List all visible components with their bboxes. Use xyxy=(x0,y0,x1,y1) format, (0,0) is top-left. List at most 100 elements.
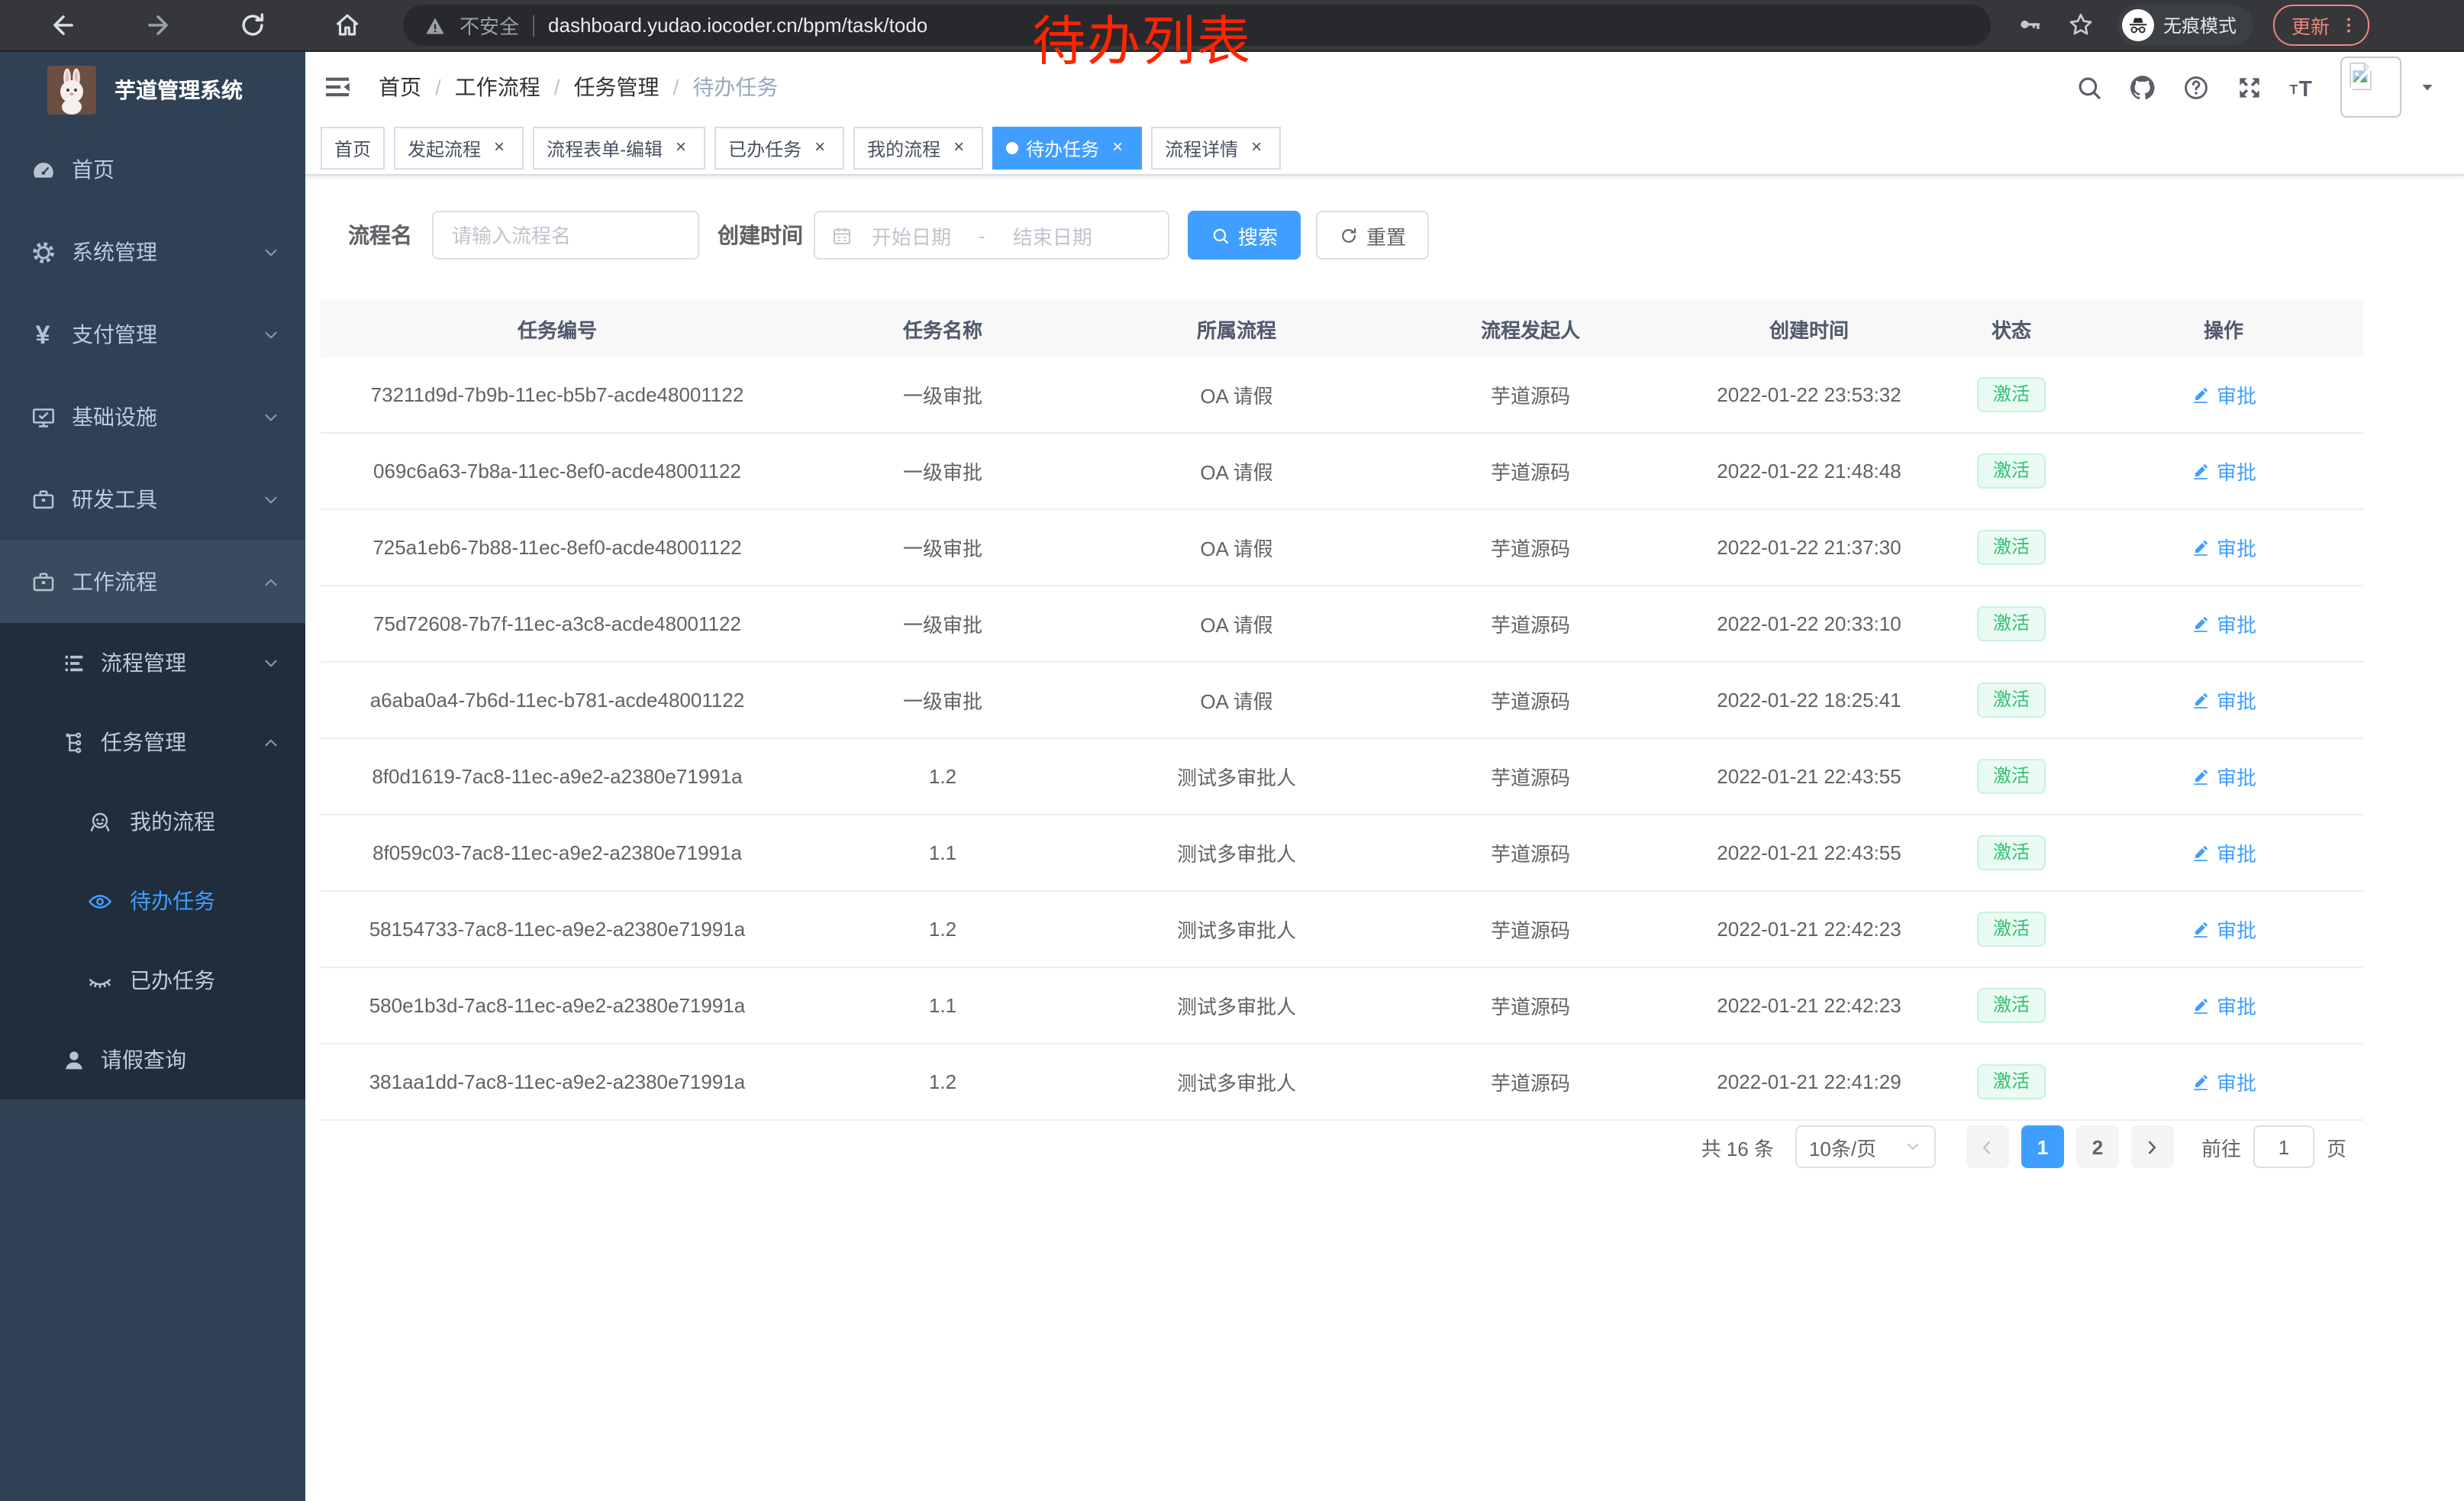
close-icon[interactable]: × xyxy=(948,137,969,159)
kebab-menu-icon[interactable] xyxy=(2339,15,2359,35)
refresh-icon xyxy=(1339,225,1359,245)
sidebar-item-label: 待办任务 xyxy=(130,886,215,916)
approve-link[interactable]: 审批 xyxy=(2191,457,2256,486)
back-icon[interactable] xyxy=(15,7,110,44)
search-button[interactable]: 搜索 xyxy=(1188,211,1301,260)
approve-link[interactable]: 审批 xyxy=(2191,762,2256,791)
status-badge: 激活 xyxy=(1978,682,2045,718)
process-name-input[interactable] xyxy=(432,211,699,260)
sidebar-item-system-management[interactable]: 系统管理 xyxy=(0,211,305,293)
reset-button[interactable]: 重置 xyxy=(1316,211,1429,260)
sidebar-item-label: 系统管理 xyxy=(72,237,157,267)
address-bar[interactable]: 不安全 dashboard.yudao.iocoder.cn/bpm/task/… xyxy=(403,5,1991,46)
update-button[interactable]: 更新 xyxy=(2273,5,2369,46)
edit-pen-icon xyxy=(2191,537,2211,557)
column-header: 任务名称 xyxy=(794,299,1092,357)
cell-starter: 芋道源码 xyxy=(1382,967,1679,1044)
avatar[interactable] xyxy=(2340,56,2401,118)
cell-action: 审批 xyxy=(2084,662,2363,738)
briefcase-icon xyxy=(29,486,56,513)
cell-process: OA 请假 xyxy=(1092,433,1382,509)
sidebar-item-label: 支付管理 xyxy=(72,319,157,350)
help-icon[interactable] xyxy=(2180,71,2212,103)
rabbit-logo-icon xyxy=(47,66,96,115)
close-icon[interactable]: × xyxy=(809,137,830,159)
gear-icon xyxy=(29,238,56,266)
sidebar-item-done-task[interactable]: 已办任务 xyxy=(0,941,305,1020)
star-icon[interactable] xyxy=(2067,10,2098,40)
close-icon[interactable]: × xyxy=(489,137,510,159)
filter-row: 流程名 创建时间 开始日期 - 结束日期 搜索 重置 xyxy=(348,211,1429,260)
breadcrumb-item[interactable]: 首页 xyxy=(379,72,421,102)
sidebar-item-infrastructure[interactable]: 基础设施 xyxy=(0,376,305,458)
tab-首页[interactable]: 首页 xyxy=(321,127,385,169)
page-size-select[interactable]: 10条/页 xyxy=(1795,1125,1936,1168)
chevron-down-icon xyxy=(261,324,281,344)
reload-icon[interactable] xyxy=(205,7,299,44)
task-table: 任务编号任务名称所属流程流程发起人创建时间状态操作 73211d9d-7b9b-… xyxy=(321,299,2363,1121)
sidebar-item-payment-management[interactable]: ¥支付管理 xyxy=(0,293,305,376)
approve-link[interactable]: 审批 xyxy=(2191,686,2256,715)
page-button-1[interactable]: 1 xyxy=(2021,1125,2064,1168)
tab-待办任务[interactable]: 待办任务× xyxy=(992,127,1142,169)
end-date-placeholder: 结束日期 xyxy=(1013,221,1092,250)
table-row: 381aa1dd-7ac8-11ec-a9e2-a2380e71991a1.2测… xyxy=(321,1044,2363,1120)
page-button-2[interactable]: 2 xyxy=(2076,1125,2119,1168)
goto-page-input[interactable] xyxy=(2253,1125,2314,1168)
date-range-input[interactable]: 开始日期 - 结束日期 xyxy=(814,211,1169,260)
hamburger-icon[interactable] xyxy=(318,67,357,107)
tab-发起流程[interactable]: 发起流程× xyxy=(394,127,524,169)
sidebar-item-dev-tools[interactable]: 研发工具 xyxy=(0,458,305,541)
cell-process: 测试多审批人 xyxy=(1092,738,1382,815)
close-icon[interactable]: × xyxy=(1246,137,1267,159)
sidebar-item-workflow[interactable]: 工作流程 xyxy=(0,541,305,623)
table-row: 8f059c03-7ac8-11ec-a9e2-a2380e71991a1.1测… xyxy=(321,815,2363,891)
cell-action: 审批 xyxy=(2084,1044,2363,1120)
approve-link[interactable]: 审批 xyxy=(2191,838,2256,867)
tab-流程详情[interactable]: 流程详情 × xyxy=(1151,127,1281,169)
table-row: 725a1eb6-7b88-11ec-8ef0-acde48001122一级审批… xyxy=(321,509,2363,586)
search-icon[interactable] xyxy=(2073,71,2105,103)
approve-link[interactable]: 审批 xyxy=(2191,991,2256,1020)
tab-label: 已办任务 xyxy=(728,135,801,161)
cell-status: 激活 xyxy=(1939,357,2084,433)
tab-已办任务[interactable]: 已办任务 × xyxy=(714,127,844,169)
caret-down-icon[interactable] xyxy=(2418,78,2437,96)
sidebar-item-leave-query[interactable]: 请假查询 xyxy=(0,1020,305,1099)
breadcrumb-item[interactable]: 工作流程 xyxy=(455,72,540,102)
home-icon[interactable] xyxy=(299,7,394,44)
approve-link[interactable]: 审批 xyxy=(2191,1067,2256,1096)
github-icon[interactable] xyxy=(2127,71,2159,103)
dashboard-icon xyxy=(29,156,56,183)
tab-label: 流程详情 xyxy=(1165,135,1238,161)
approve-link[interactable]: 审批 xyxy=(2191,533,2256,562)
key-icon[interactable] xyxy=(2017,10,2047,40)
sidebar-logo-row[interactable]: 芋道管理系统 xyxy=(0,52,305,128)
cell-action: 审批 xyxy=(2084,738,2363,815)
cell-time: 2022-01-22 23:53:32 xyxy=(1679,357,1939,433)
sidebar-item-my-process[interactable]: 我的流程 xyxy=(0,782,305,861)
column-header: 创建时间 xyxy=(1679,299,1939,357)
tab-label: 我的流程 xyxy=(867,135,940,161)
font-size-icon[interactable]: TT xyxy=(2287,71,2319,103)
cell-process: OA 请假 xyxy=(1092,357,1382,433)
sidebar-item-todo-task[interactable]: 待办任务 xyxy=(0,861,305,941)
approve-link[interactable]: 审批 xyxy=(2191,915,2256,944)
prev-page-button[interactable] xyxy=(1966,1125,2009,1168)
forward-icon[interactable] xyxy=(110,7,205,44)
breadcrumb-item[interactable]: 任务管理 xyxy=(574,72,660,102)
tab-我的流程[interactable]: 我的流程 × xyxy=(853,127,983,169)
sidebar-item-home[interactable]: 首页 xyxy=(0,128,305,211)
sidebar-item-task-management[interactable]: 任务管理 xyxy=(0,702,305,782)
fullscreen-icon[interactable] xyxy=(2233,71,2266,103)
cell-starter: 芋道源码 xyxy=(1382,738,1679,815)
close-icon[interactable]: × xyxy=(1107,137,1128,159)
next-page-button[interactable] xyxy=(2131,1125,2174,1168)
sidebar-item-process-management[interactable]: 流程管理 xyxy=(0,623,305,702)
approve-link[interactable]: 审批 xyxy=(2191,609,2256,638)
close-icon[interactable]: × xyxy=(670,137,692,159)
status-badge: 激活 xyxy=(1978,453,2045,489)
approve-link[interactable]: 审批 xyxy=(2191,380,2256,409)
cell-name: 1.1 xyxy=(794,815,1092,891)
tab-流程表单-编辑[interactable]: 流程表单-编辑× xyxy=(533,127,705,169)
